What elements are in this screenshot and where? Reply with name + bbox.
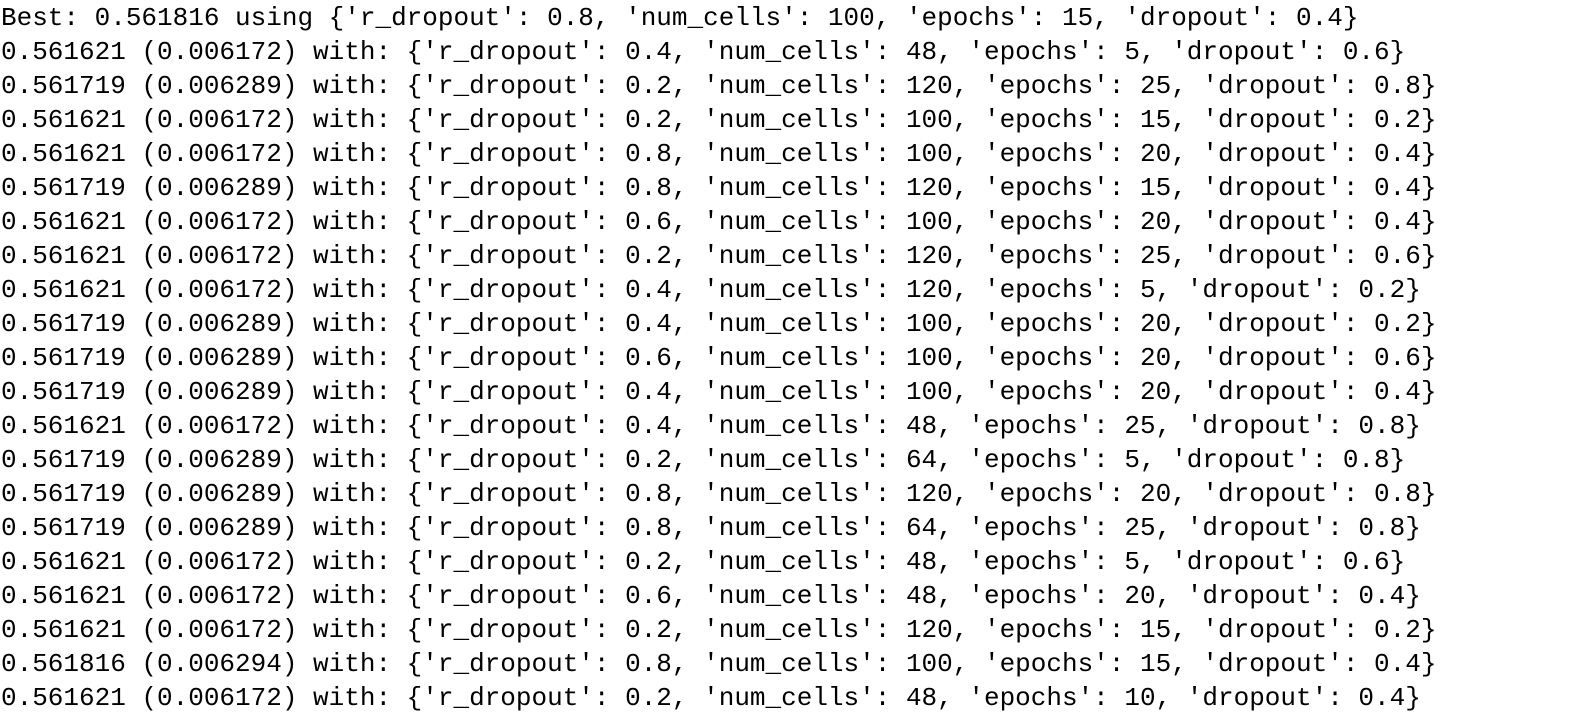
result-line: 0.561621 (0.006172) with: {'r_dropout': …	[1, 581, 1421, 611]
result-line: 0.561621 (0.006172) with: {'r_dropout': …	[1, 105, 1437, 135]
result-line: 0.561719 (0.006289) with: {'r_dropout': …	[1, 71, 1437, 101]
result-line: 0.561621 (0.006172) with: {'r_dropout': …	[1, 37, 1406, 67]
result-line: 0.561719 (0.006289) with: {'r_dropout': …	[1, 513, 1421, 543]
result-line: 0.561621 (0.006172) with: {'r_dropout': …	[1, 241, 1437, 271]
result-line: 0.561621 (0.006172) with: {'r_dropout': …	[1, 547, 1406, 577]
result-line: 0.561816 (0.006294) with: {'r_dropout': …	[1, 649, 1437, 679]
console-output: Best: 0.561816 using {'r_dropout': 0.8, …	[0, 0, 1570, 728]
result-line: 0.561621 (0.006172) with: {'r_dropout': …	[1, 275, 1421, 305]
result-line: 0.561719 (0.006289) with: {'r_dropout': …	[1, 445, 1406, 475]
result-line: 0.561719 (0.006289) with: {'r_dropout': …	[1, 173, 1437, 203]
result-line: 0.561719 (0.006289) with: {'r_dropout': …	[1, 309, 1437, 339]
result-line: 0.561719 (0.006289) with: {'r_dropout': …	[1, 343, 1437, 373]
result-line: 0.561719 (0.006289) with: {'r_dropout': …	[1, 377, 1437, 407]
result-line: 0.561719 (0.006289) with: {'r_dropout': …	[1, 479, 1437, 509]
best-result-line: Best: 0.561816 using {'r_dropout': 0.8, …	[1, 3, 1359, 33]
result-line: 0.561621 (0.006172) with: {'r_dropout': …	[1, 139, 1437, 169]
result-line: 0.561621 (0.006172) with: {'r_dropout': …	[1, 207, 1437, 237]
result-line: 0.561621 (0.006172) with: {'r_dropout': …	[1, 615, 1437, 645]
result-line: 0.561621 (0.006172) with: {'r_dropout': …	[1, 411, 1421, 441]
result-line: 0.561621 (0.006172) with: {'r_dropout': …	[1, 683, 1421, 713]
